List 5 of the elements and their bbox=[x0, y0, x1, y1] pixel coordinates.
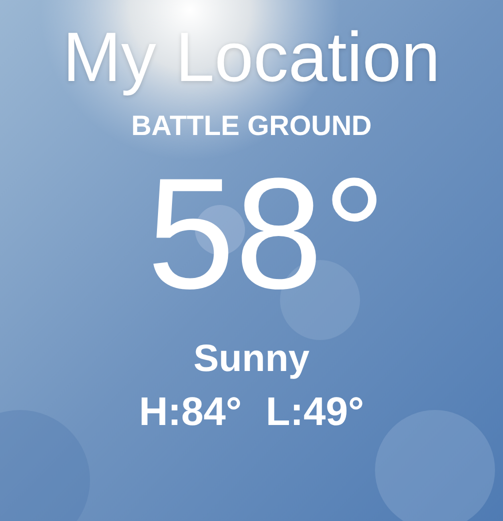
condition: Sunny bbox=[193, 337, 310, 382]
high-temperature: H:84° bbox=[139, 389, 242, 436]
temperature: 58° bbox=[146, 154, 386, 314]
low-temperature: L:49° bbox=[266, 389, 364, 436]
city-name: BATTLE GROUND bbox=[131, 109, 372, 143]
